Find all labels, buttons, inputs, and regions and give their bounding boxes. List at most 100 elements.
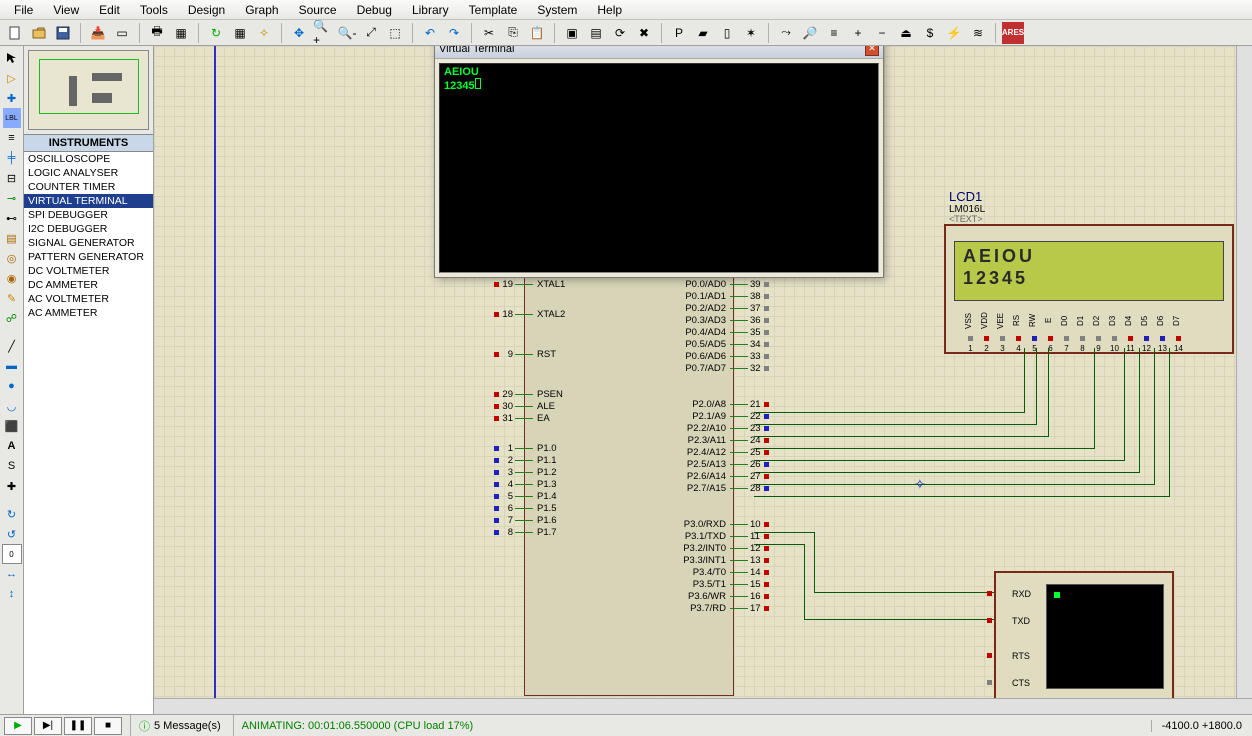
block-copy-icon[interactable]: ▣ xyxy=(561,22,583,44)
instrument-item[interactable]: OSCILLOSCOPE xyxy=(24,152,153,166)
terminal-tool-icon[interactable]: ⊸ xyxy=(1,188,23,208)
generator-tool-icon[interactable]: ◉ xyxy=(1,268,23,288)
cut-icon[interactable]: ✂ xyxy=(478,22,500,44)
zoom-full-icon[interactable]: ⤢ xyxy=(360,22,382,44)
symbol-tool-icon[interactable]: S xyxy=(1,456,23,476)
make-icon[interactable]: ▰ xyxy=(692,22,714,44)
graph-tool-icon[interactable]: ▤ xyxy=(1,228,23,248)
stop-button[interactable]: ■ xyxy=(94,717,122,735)
junction-tool-icon[interactable]: ✚ xyxy=(1,88,23,108)
angle-input[interactable]: 0 xyxy=(2,544,22,564)
menu-help[interactable]: Help xyxy=(587,1,632,19)
pick-icon[interactable]: P xyxy=(668,22,690,44)
text-tool-icon[interactable]: A xyxy=(1,436,23,456)
undo-icon[interactable]: ↶ xyxy=(419,22,441,44)
messages-status[interactable]: ⓘ 5 Message(s) xyxy=(130,715,229,736)
menu-file[interactable]: File xyxy=(4,1,43,19)
pan-icon[interactable]: ✥ xyxy=(288,22,310,44)
subcircuit-tool-icon[interactable]: ⊟ xyxy=(1,168,23,188)
bom-icon[interactable]: $ xyxy=(919,22,941,44)
play-button[interactable]: ▶ xyxy=(4,717,32,735)
region-icon[interactable]: ▭ xyxy=(111,22,133,44)
rotate-ccw-icon[interactable]: ↺ xyxy=(1,524,23,544)
refresh-icon[interactable]: ↻ xyxy=(205,22,227,44)
cursor-tool-icon[interactable] xyxy=(1,48,23,68)
instrument-tool-icon[interactable]: ☍ xyxy=(1,308,23,328)
instrument-item[interactable]: DC VOLTMETER xyxy=(24,264,153,278)
instrument-item[interactable]: VIRTUAL TERMINAL xyxy=(24,194,153,208)
virtual-terminal-window[interactable]: Virtual Terminal ✕ AEIOU 12345 xyxy=(434,46,884,278)
property-icon[interactable]: ≡ xyxy=(823,22,845,44)
instrument-item[interactable]: AC AMMETER xyxy=(24,306,153,320)
pin-tool-icon[interactable]: ⊷ xyxy=(1,208,23,228)
exit-iso-icon[interactable]: ⏏ xyxy=(895,22,917,44)
marker-tool-icon[interactable]: ✚ xyxy=(1,476,23,496)
wire-autoroute-icon[interactable]: ⤳ xyxy=(775,22,797,44)
overview-panel[interactable] xyxy=(28,50,149,130)
new-file-icon[interactable] xyxy=(4,22,26,44)
grid-icon[interactable]: ▦ xyxy=(229,22,251,44)
instrument-item[interactable]: COUNTER TIMER xyxy=(24,180,153,194)
paste-icon[interactable]: 📋 xyxy=(526,22,548,44)
open-file-icon[interactable] xyxy=(28,22,50,44)
menu-view[interactable]: View xyxy=(43,1,89,19)
erc-icon[interactable]: ⚡ xyxy=(943,22,965,44)
instrument-item[interactable]: PATTERN GENERATOR xyxy=(24,250,153,264)
component-tool-icon[interactable]: ▷ xyxy=(1,68,23,88)
mirror-h-icon[interactable]: ↔ xyxy=(1,564,23,584)
menu-template[interactable]: Template xyxy=(459,1,528,19)
search-icon[interactable]: 🔎 xyxy=(799,22,821,44)
netlist-icon[interactable]: ≋ xyxy=(967,22,989,44)
block-rotate-icon[interactable]: ⟳ xyxy=(609,22,631,44)
instrument-item[interactable]: LOGIC ANALYSER xyxy=(24,166,153,180)
horizontal-scrollbar[interactable] xyxy=(154,698,1252,714)
instrument-item[interactable]: SIGNAL GENERATOR xyxy=(24,236,153,250)
script-tool-icon[interactable]: ≡ xyxy=(1,128,23,148)
ares-icon[interactable]: ARES xyxy=(1002,22,1024,44)
menu-system[interactable]: System xyxy=(527,1,587,19)
pause-button[interactable]: ❚❚ xyxy=(64,717,92,735)
decompose-icon[interactable]: ✶ xyxy=(740,22,762,44)
block-move-icon[interactable]: ▤ xyxy=(585,22,607,44)
instrument-list[interactable]: OSCILLOSCOPELOGIC ANALYSERCOUNTER TIMERV… xyxy=(24,152,153,714)
print-icon[interactable]: 🖶 xyxy=(146,22,168,44)
delete-sheet-icon[interactable]: − xyxy=(871,22,893,44)
rotate-cw-icon[interactable]: ↻ xyxy=(1,504,23,524)
probe-tool-icon[interactable]: ✎ xyxy=(1,288,23,308)
redo-icon[interactable]: ↷ xyxy=(443,22,465,44)
vertical-scrollbar[interactable] xyxy=(1236,46,1252,698)
zoom-out-icon[interactable]: 🔍- xyxy=(336,22,358,44)
menu-tools[interactable]: Tools xyxy=(130,1,178,19)
save-icon[interactable] xyxy=(52,22,74,44)
origin-icon[interactable]: ✧ xyxy=(253,22,275,44)
rect-tool-icon[interactable]: ▬ xyxy=(1,356,23,376)
block-delete-icon[interactable]: ✖ xyxy=(633,22,655,44)
vt-titlebar[interactable]: Virtual Terminal ✕ xyxy=(435,46,883,59)
instrument-item[interactable]: AC VOLTMETER xyxy=(24,292,153,306)
menu-design[interactable]: Design xyxy=(178,1,235,19)
path-tool-icon[interactable]: ⬛ xyxy=(1,416,23,436)
close-icon[interactable]: ✕ xyxy=(865,46,879,56)
circle-tool-icon[interactable]: ● xyxy=(1,376,23,396)
menu-source[interactable]: Source xyxy=(289,1,347,19)
tape-tool-icon[interactable]: ◎ xyxy=(1,248,23,268)
instrument-item[interactable]: DC AMMETER xyxy=(24,278,153,292)
menu-library[interactable]: Library xyxy=(402,1,459,19)
instrument-item[interactable]: I2C DEBUGGER xyxy=(24,222,153,236)
step-button[interactable]: ▶| xyxy=(34,717,62,735)
package-icon[interactable]: ▯ xyxy=(716,22,738,44)
mirror-v-icon[interactable]: ↕ xyxy=(1,584,23,604)
new-sheet-icon[interactable]: + xyxy=(847,22,869,44)
line-tool-icon[interactable]: ╱ xyxy=(1,336,23,356)
arc-tool-icon[interactable]: ◡ xyxy=(1,396,23,416)
zoom-area-icon[interactable]: ⬚ xyxy=(384,22,406,44)
menu-debug[interactable]: Debug xyxy=(347,1,402,19)
copy-icon[interactable]: ⎘ xyxy=(502,22,524,44)
print-area-icon[interactable]: ▦ xyxy=(170,22,192,44)
label-tool-icon[interactable]: LBL xyxy=(3,108,21,128)
schematic-canvas[interactable]: AT89C51 <TEXT> LCD1 LM016L <TEXT> AEIOU … xyxy=(154,46,1252,714)
bus-tool-icon[interactable]: ╪ xyxy=(1,148,23,168)
menu-edit[interactable]: Edit xyxy=(89,1,130,19)
zoom-in-icon[interactable]: 🔍+ xyxy=(312,22,334,44)
menu-graph[interactable]: Graph xyxy=(235,1,288,19)
